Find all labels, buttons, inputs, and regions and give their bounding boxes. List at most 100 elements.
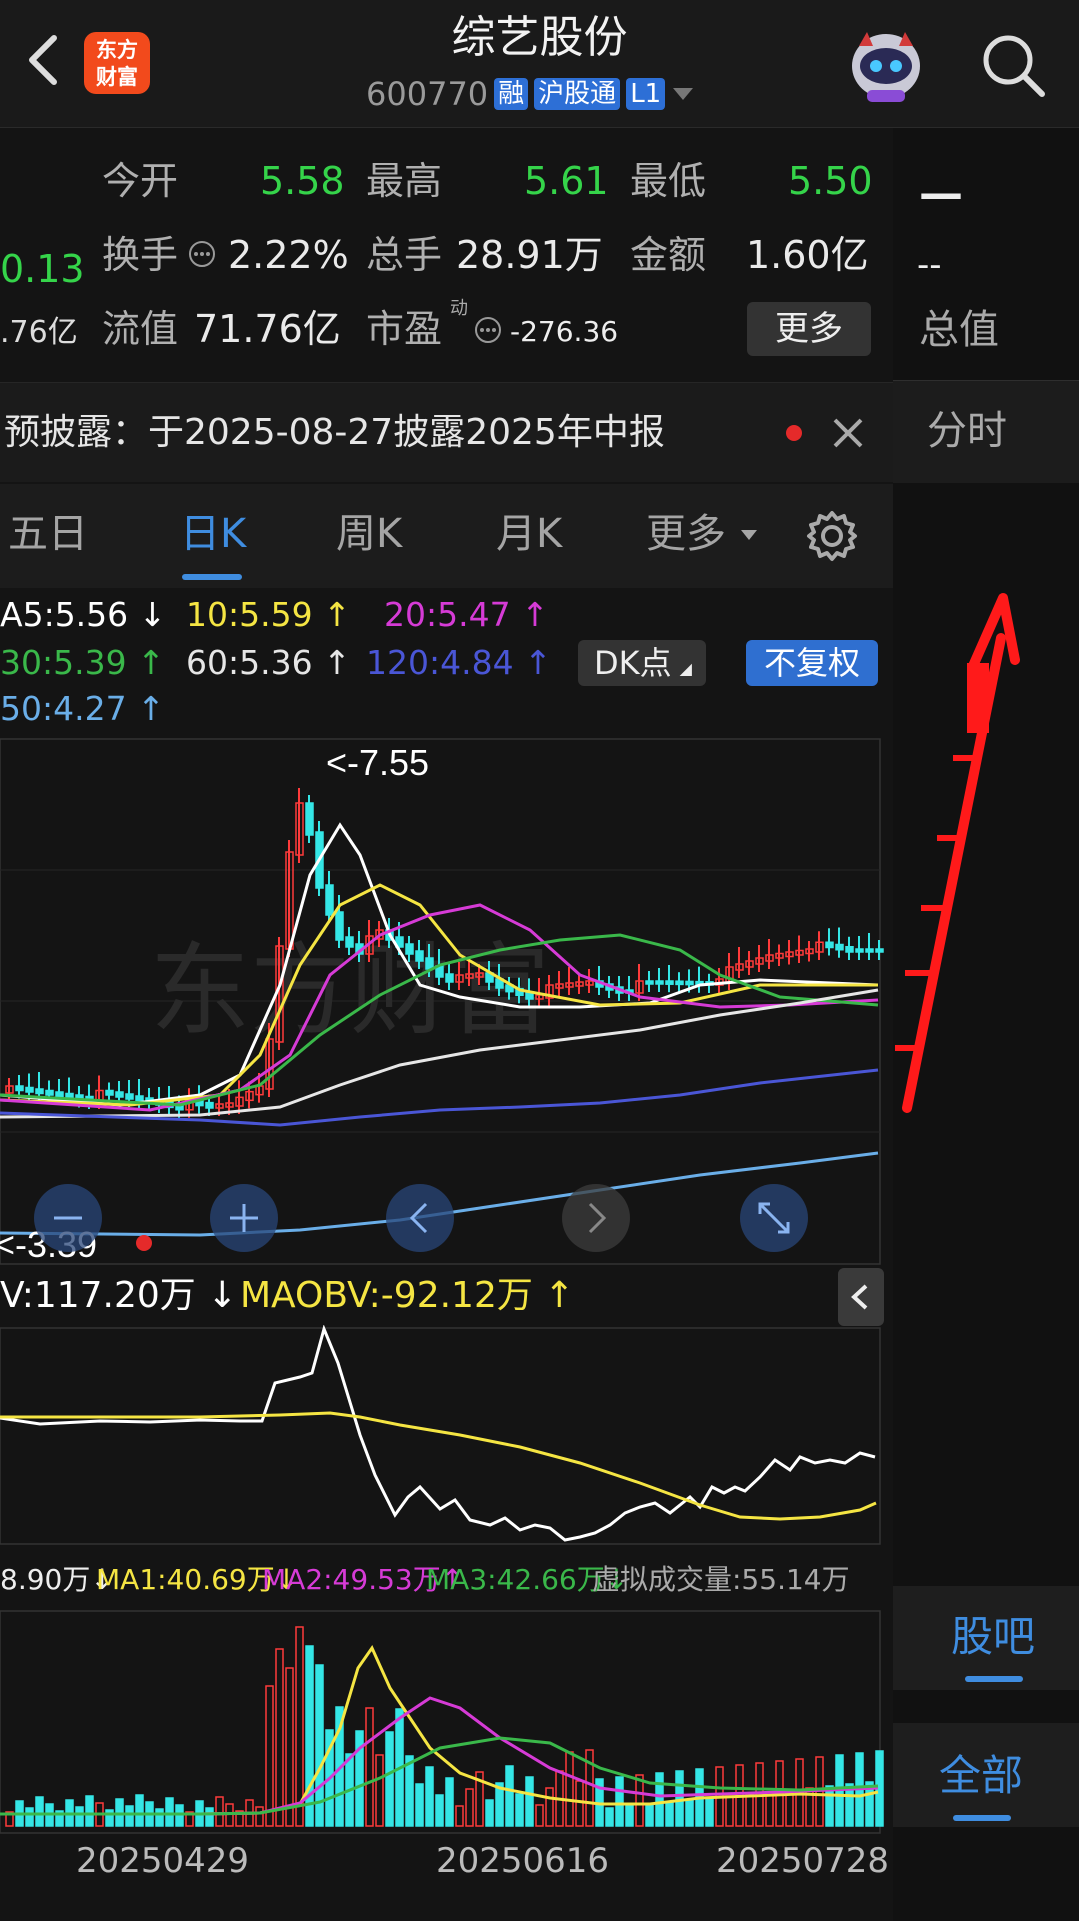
volume-legend: 8.90万↓ MA1:40.69万↓ MA2:49.53万↑ MA3:42.66… xyxy=(0,1556,893,1606)
stock-connect-tag: 沪股通 xyxy=(534,78,621,110)
volume-bar xyxy=(445,1777,454,1827)
zoom-out-button[interactable] xyxy=(34,1184,102,1252)
stock-code-row[interactable]: 600770 融 沪股通 L1 xyxy=(366,75,695,113)
candle-body xyxy=(825,941,834,949)
volume-bar xyxy=(215,1796,224,1827)
tab-weekly-k[interactable]: 周K xyxy=(336,514,402,554)
more-quote-button[interactable]: 更多 xyxy=(747,302,871,356)
candle-body xyxy=(855,948,864,953)
tab-daily-k[interactable]: 日K xyxy=(180,514,246,554)
volume-bar xyxy=(505,1765,514,1827)
volume-bar xyxy=(685,1799,694,1827)
candle-body xyxy=(405,943,414,955)
candle-body xyxy=(665,980,674,985)
zoom-in-button[interactable] xyxy=(210,1184,278,1252)
volume-bar xyxy=(465,1788,474,1827)
pe-dynamic-mark: 动 xyxy=(450,298,468,319)
ma60-label: 60:5.36 ↑ xyxy=(186,643,351,682)
float-value: 71.76亿 xyxy=(194,307,341,351)
scroll-right-button[interactable] xyxy=(562,1184,630,1252)
volume-bar xyxy=(435,1794,444,1827)
low-label: 最低 xyxy=(630,159,707,203)
volume-bar xyxy=(35,1796,44,1827)
candle-body xyxy=(55,1091,64,1098)
volume-bar xyxy=(655,1772,664,1827)
maobv-line xyxy=(0,1411,877,1521)
candle-body xyxy=(875,948,884,953)
volume-bar xyxy=(825,1785,834,1827)
volume-chart xyxy=(0,1610,884,1834)
candle-body xyxy=(645,980,654,985)
volume-bar xyxy=(75,1806,84,1827)
fullscreen-button[interactable] xyxy=(740,1184,808,1252)
volume-bar xyxy=(625,1805,634,1827)
candle-body xyxy=(415,950,424,962)
scroll-left-button[interactable] xyxy=(386,1184,454,1252)
collapse-indicator-button[interactable] xyxy=(838,1268,884,1326)
candle-body xyxy=(835,943,844,951)
pe-value: -276.36 xyxy=(510,315,619,348)
volume-bar xyxy=(155,1808,164,1827)
ma30-label: 30:5.39 ↑ xyxy=(0,643,165,682)
volume-bar xyxy=(485,1799,494,1827)
close-icon[interactable] xyxy=(832,417,864,449)
open-value: 5.58 xyxy=(260,159,345,203)
date-tick: 20250429 xyxy=(76,1841,250,1881)
volume-bar xyxy=(545,1787,554,1827)
candle-body xyxy=(685,980,694,986)
volume-bar xyxy=(525,1776,534,1827)
volume-bar xyxy=(285,1667,294,1827)
ma5-label: A5:5.56 ↓ xyxy=(0,595,167,634)
volume-bar xyxy=(675,1770,684,1827)
volume-bar xyxy=(125,1805,134,1827)
dk-point-button[interactable]: DK点 ◢ xyxy=(578,640,706,686)
high-label: 最高 xyxy=(366,159,443,203)
tab-fenshi-label: 分时 xyxy=(927,408,1007,454)
candle-body xyxy=(105,1089,114,1096)
dropdown-triangle-icon xyxy=(741,530,757,540)
volume-bar xyxy=(645,1803,654,1827)
volume-bar xyxy=(275,1648,284,1827)
turnover-value: 2.22% xyxy=(228,233,349,277)
total-value-label: 总值 xyxy=(919,307,999,353)
obv-value: V:117.20万 ↓ xyxy=(0,1275,238,1316)
no-adjust-button[interactable]: 不复权 xyxy=(746,640,878,686)
volume-bar xyxy=(535,1804,544,1827)
right-side-panel: — -- 总值 分时 股吧 全部 xyxy=(893,128,1079,1921)
candle-body xyxy=(35,1088,44,1095)
active-tab-indicator xyxy=(182,574,242,580)
volume-bar xyxy=(615,1776,624,1827)
left-float-value: .76亿 xyxy=(0,315,78,350)
settings-gear-icon[interactable] xyxy=(806,510,858,562)
volume-bar xyxy=(205,1807,214,1827)
margin-tag: 融 xyxy=(494,78,529,110)
candle-body xyxy=(845,946,854,953)
robot-assistant-icon[interactable] xyxy=(845,26,927,104)
volume-bar xyxy=(135,1794,144,1827)
active-indicator xyxy=(965,1676,1023,1682)
tab-more[interactable]: 更多 xyxy=(646,514,726,554)
tab-all[interactable]: 全部 xyxy=(893,1723,1079,1827)
change-value: 0.13 xyxy=(0,247,85,291)
search-icon[interactable] xyxy=(978,30,1048,100)
level1-tag: L1 xyxy=(626,78,666,110)
candle-body xyxy=(115,1091,124,1098)
tab-fenshi[interactable]: 分时 xyxy=(893,381,1079,483)
disclosure-notice-bar[interactable]: 预披露：于2025-08-27披露2025年中报 xyxy=(0,382,893,482)
volume-bar xyxy=(635,1774,644,1827)
tab-guba[interactable]: 股吧 xyxy=(893,1586,1079,1690)
ma20-label: 20:5.47 ↑ xyxy=(384,595,549,634)
tab-monthly-k[interactable]: 月K xyxy=(496,514,562,554)
info-icon[interactable] xyxy=(474,316,502,344)
candle-body xyxy=(345,936,354,948)
volume-bar xyxy=(725,1795,734,1827)
volume-bar xyxy=(405,1755,414,1827)
dropdown-triangle-icon[interactable] xyxy=(671,84,695,104)
date-tick: 20250728 xyxy=(716,1841,890,1881)
tab-five-day[interactable]: 五日 xyxy=(8,514,88,554)
amount-value: 1.60亿 xyxy=(746,233,869,277)
volume-bar xyxy=(415,1783,424,1827)
pe-label: 市盈 xyxy=(366,307,443,351)
date-tick: 20250616 xyxy=(436,1841,610,1881)
info-icon[interactable] xyxy=(188,240,216,268)
